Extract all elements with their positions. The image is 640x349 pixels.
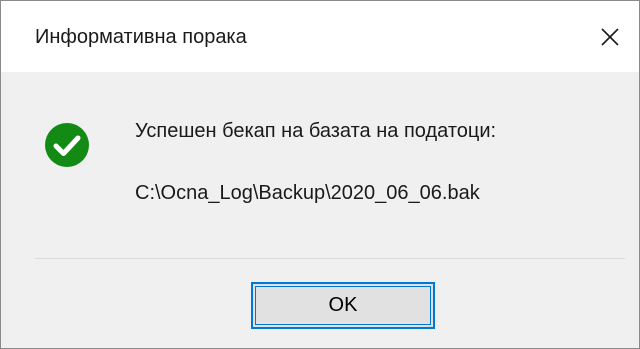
dialog-title: Информативна порака — [35, 26, 247, 48]
title-bar[interactable]: Информативна порака — [1, 1, 639, 72]
ok-button[interactable]: OK — [251, 282, 435, 329]
ok-button-label: OK — [328, 294, 358, 316]
dialog-body: Успешен бекап на базата на податоци: C:\… — [1, 72, 639, 258]
message-text: Успешен бекап на базата на податоци: — [135, 120, 497, 142]
close-button[interactable] — [581, 1, 639, 72]
message-dialog: Информативна порака Успешен бекап на баз… — [0, 0, 640, 349]
divider — [35, 258, 625, 259]
success-check-icon — [45, 123, 89, 167]
backup-path-text: C:\Ocna_Log\Backup\2020_06_06.bak — [135, 182, 480, 204]
close-icon — [600, 27, 620, 47]
